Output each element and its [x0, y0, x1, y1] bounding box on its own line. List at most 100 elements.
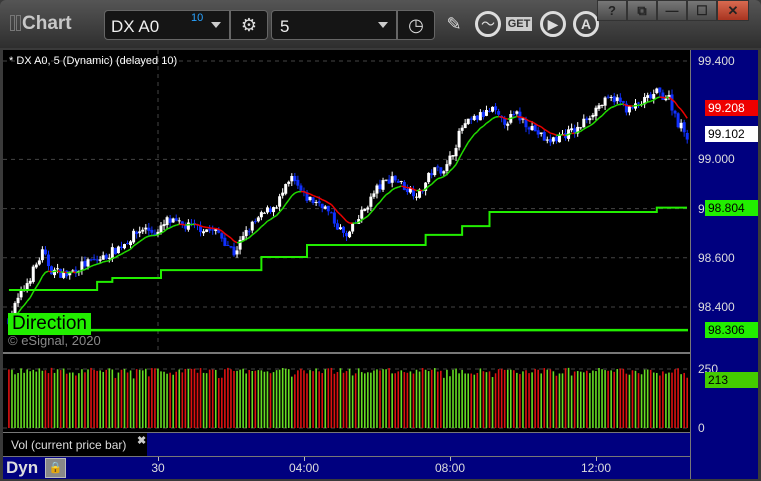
candle-body: [229, 246, 233, 248]
moving-average-segment: [267, 218, 271, 222]
moving-average-segment: [617, 103, 621, 106]
moving-average-segment: [148, 234, 153, 237]
candle-body: [548, 139, 552, 143]
moving-average-segment: [90, 264, 95, 268]
candle-body: [506, 123, 510, 126]
moving-average-segment: [568, 132, 572, 136]
moving-average-segment: [112, 256, 116, 259]
moving-average-segment: [124, 250, 128, 254]
moving-average-segment: [285, 199, 290, 205]
candle-body: [378, 184, 382, 190]
direction-study-label: Direction: [8, 313, 91, 335]
candle-body: [612, 96, 616, 103]
copyright: © eSignal, 2020: [8, 333, 101, 348]
candle-body: [293, 175, 297, 182]
candle-body: [162, 224, 166, 227]
moving-average-segment: [93, 263, 98, 266]
candle-body: [250, 221, 254, 231]
moving-average-segment: [227, 235, 232, 239]
moving-average-segment: [482, 122, 487, 127]
candle-body: [436, 166, 440, 168]
moving-average-segment: [364, 215, 369, 219]
moving-average-segment: [41, 271, 47, 277]
moving-average-segment: [404, 186, 408, 189]
moving-average-segment: [489, 117, 494, 122]
moving-average-segment: [367, 212, 372, 217]
price-tag: 98.306: [705, 322, 758, 339]
moving-average-segment: [339, 214, 345, 219]
candle-body: [220, 233, 224, 239]
price-tick: 98.400: [698, 300, 735, 314]
moving-average-segment: [182, 223, 186, 226]
time-axis[interactable]: Dyn 🔒 30 04:00 08:00 12:00: [3, 456, 690, 479]
candle-body: [387, 179, 391, 184]
moving-average-segment: [510, 116, 515, 120]
candle-body: [594, 107, 598, 117]
candle-body: [551, 137, 555, 142]
candle-body: [615, 97, 619, 101]
lock-icon[interactable]: 🔒: [45, 458, 66, 478]
candle-body: [646, 95, 650, 98]
moving-average-segment: [659, 96, 664, 99]
moving-average-segment: [394, 186, 399, 189]
moving-average-segment: [391, 187, 396, 191]
volume-study-label[interactable]: Vol (current price bar): [3, 433, 147, 456]
candle-body: [375, 185, 379, 194]
moving-average-segment: [486, 120, 490, 124]
candle-body: [518, 111, 522, 121]
candle-body: [144, 227, 148, 230]
candle-body: [488, 110, 491, 112]
moving-average-segment: [230, 237, 235, 242]
moving-average-segment: [565, 133, 569, 137]
candle-body: [588, 118, 592, 121]
candle-body: [278, 196, 282, 207]
candle-body: [299, 185, 303, 191]
candle-body: [472, 115, 476, 120]
candle-body: [205, 229, 209, 232]
candle-body: [320, 203, 324, 209]
dynamic-mode-label[interactable]: Dyn: [6, 458, 38, 478]
candle-body: [545, 139, 549, 141]
moving-average-segment: [376, 201, 381, 206]
candle-body: [323, 206, 327, 209]
close-study-icon[interactable]: ✖: [137, 434, 146, 447]
candle-body: [338, 227, 342, 230]
moving-average-segment: [346, 220, 350, 224]
candle-body: [211, 229, 215, 231]
moving-average-segment: [248, 234, 253, 239]
moving-average-segment: [166, 227, 171, 230]
candle-body: [685, 132, 689, 140]
moving-average-segment: [233, 240, 238, 244]
candle-body: [445, 164, 449, 172]
moving-average-segment: [121, 251, 125, 255]
candle-body: [606, 96, 610, 98]
candle-body: [591, 114, 595, 118]
candle-body: [138, 231, 142, 234]
candle-body: [89, 259, 93, 261]
candle-body: [37, 260, 41, 265]
candle-body: [649, 94, 653, 99]
moving-average-segment: [63, 271, 67, 274]
candle-body: [457, 130, 461, 148]
moving-average-segment: [440, 175, 445, 179]
moving-average-segment: [388, 189, 393, 194]
moving-average-segment: [270, 216, 274, 221]
candle-body: [491, 106, 495, 112]
candle-body: [682, 122, 686, 133]
time-tick: 30: [151, 461, 165, 475]
candle-body: [287, 181, 291, 184]
candle-body: [433, 167, 437, 176]
candle-body: [43, 249, 47, 255]
moving-average-segment: [38, 275, 44, 283]
moving-average-segment: [513, 115, 518, 119]
candle-body: [147, 227, 151, 231]
candle-body: [381, 180, 385, 190]
moving-average-segment: [145, 235, 150, 238]
moving-average-segment: [683, 113, 688, 119]
moving-average-segment: [586, 125, 591, 129]
candle-body: [259, 212, 263, 218]
moving-average-segment: [276, 211, 281, 216]
candle-body: [454, 148, 458, 157]
candle-body: [600, 104, 604, 106]
candle-body: [618, 97, 622, 102]
